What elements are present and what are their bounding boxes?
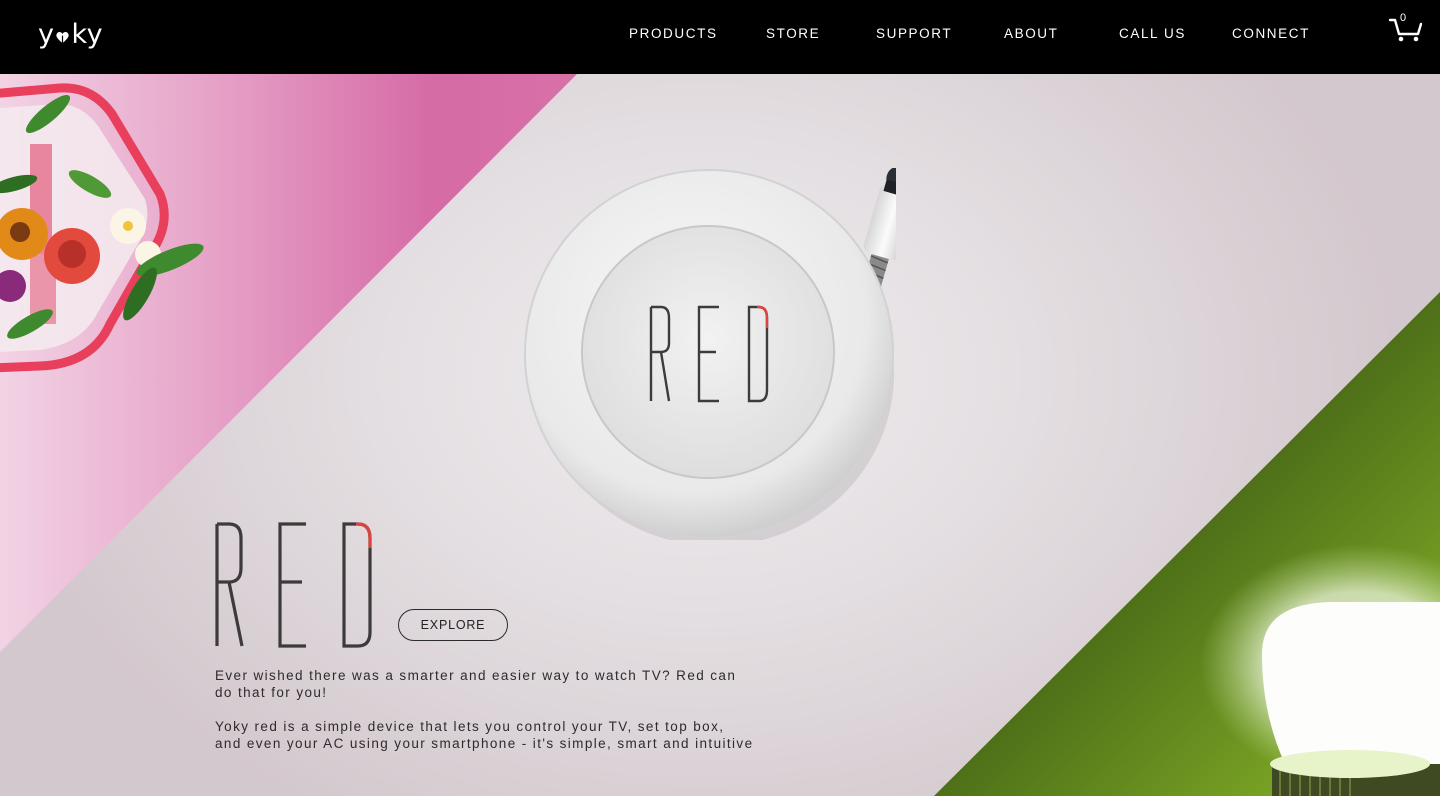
- top-navbar: y ky PRODUCTS STORE SUPPORT ABOUT CALL U…: [0, 0, 1440, 74]
- nav-store[interactable]: STORE: [766, 26, 820, 41]
- product-title: RED: [210, 510, 380, 650]
- heart-icon: [56, 32, 70, 44]
- product-title-text: RED: [210, 510, 211, 511]
- nav-connect[interactable]: CONNECT: [1232, 26, 1310, 41]
- product-title-letters: [215, 522, 372, 648]
- hero-description-1: Ever wished there was a smarter and easi…: [215, 668, 737, 700]
- hero-description-2: Yoky red is a simple device that lets yo…: [215, 719, 754, 751]
- nav-support[interactable]: SUPPORT: [876, 26, 952, 41]
- yoky-logo[interactable]: y ky: [38, 19, 103, 50]
- logo-text-ky: ky: [71, 19, 104, 50]
- cart-count-badge: 0: [1400, 12, 1407, 24]
- red-device-image: [524, 168, 896, 540]
- logo-text-y: y: [38, 19, 55, 50]
- nav-products[interactable]: PRODUCTS: [629, 26, 718, 41]
- hero-banner: RED EXPLORE Ever wished there was a smar…: [0, 74, 1440, 796]
- nav-call-us[interactable]: CALL US: [1119, 26, 1186, 41]
- nav-about[interactable]: ABOUT: [1004, 26, 1059, 41]
- explore-button[interactable]: EXPLORE: [398, 609, 508, 641]
